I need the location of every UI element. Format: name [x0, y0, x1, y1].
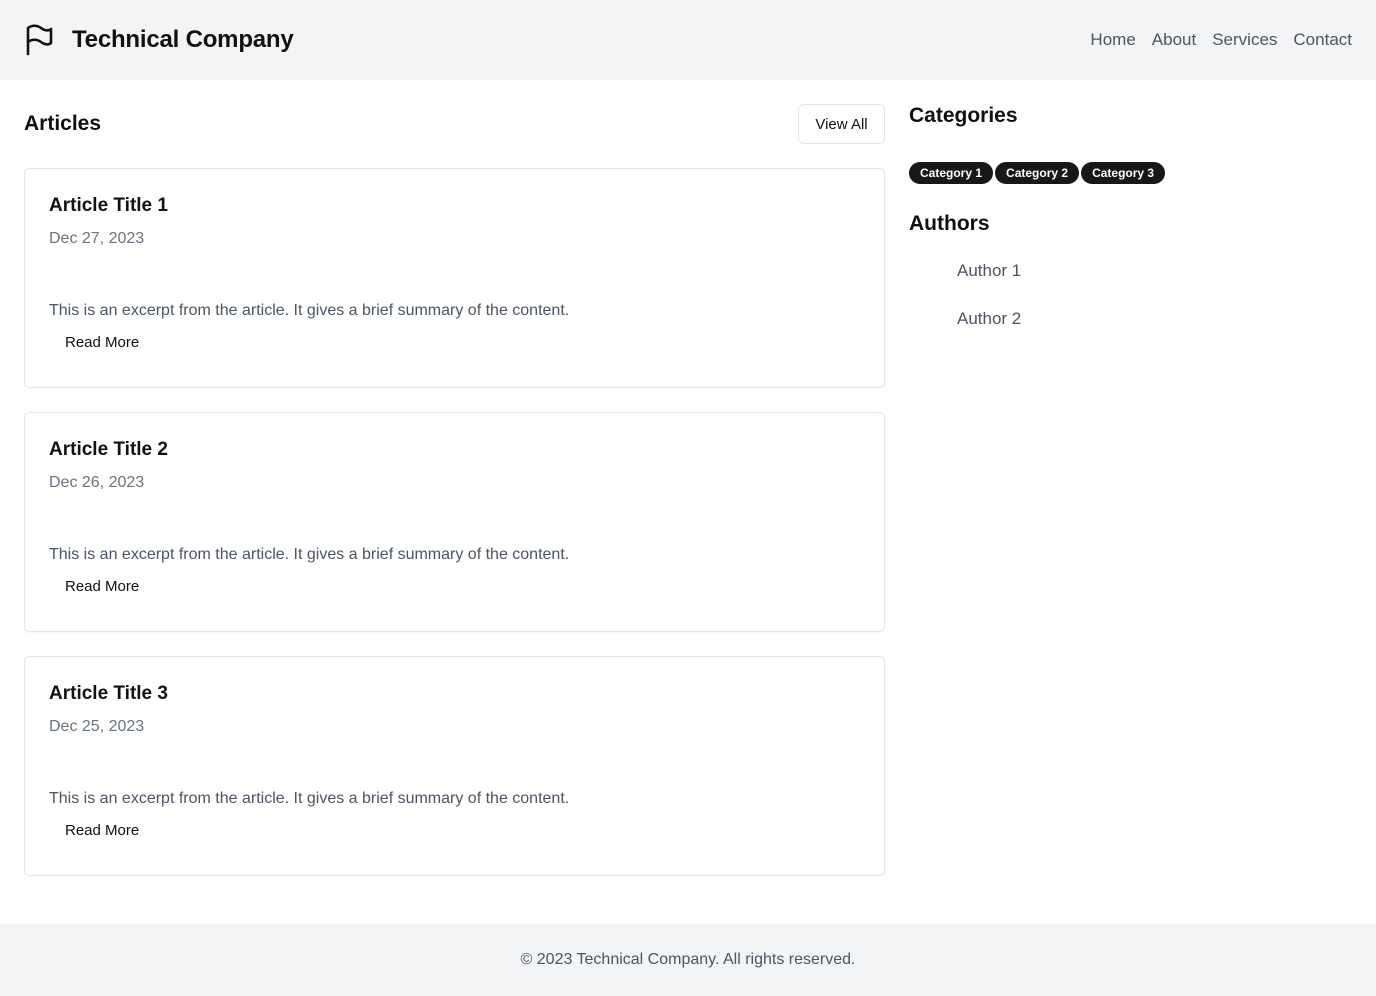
view-all-button[interactable]: View All [798, 104, 885, 144]
article-excerpt: This is an excerpt from the article. It … [49, 790, 570, 807]
company-name: Technical Company [72, 26, 294, 53]
article-card: Article Title 3 Dec 25, 2023 This is an … [24, 656, 885, 876]
article-title[interactable]: Article Title 2 [49, 439, 168, 461]
articles-section: Articles View All Article Title 1 Dec 27… [24, 104, 885, 876]
site-header: Technical Company Home About Services Co… [0, 0, 1376, 80]
copyright-text: © 2023 Technical Company. All rights res… [520, 951, 856, 968]
flag-icon [26, 24, 53, 56]
main-nav: Home About Services Contact [1090, 30, 1352, 50]
article-date: Dec 26, 2023 [49, 474, 145, 491]
article-card: Article Title 1 Dec 27, 2023 This is an … [24, 168, 885, 388]
brand[interactable]: Technical Company [24, 24, 294, 56]
category-badge[interactable]: Category 1 [909, 162, 994, 184]
article-date: Dec 27, 2023 [49, 230, 145, 247]
categories-heading: Categories [909, 104, 1018, 127]
article-card: Article Title 2 Dec 26, 2023 This is an … [24, 412, 885, 632]
articles-header: Articles View All [24, 104, 885, 144]
nav-link-services[interactable]: Services [1212, 30, 1277, 50]
article-title[interactable]: Article Title 3 [49, 683, 168, 705]
authors-heading: Authors [909, 212, 990, 235]
article-excerpt: This is an excerpt from the article. It … [49, 546, 570, 563]
category-badge[interactable]: Category 3 [1081, 162, 1166, 184]
nav-link-contact[interactable]: Contact [1293, 30, 1352, 50]
author-item[interactable]: Author 1 [909, 261, 1352, 309]
author-item[interactable]: Author 2 [909, 309, 1352, 357]
read-more-link[interactable]: Read More [65, 334, 139, 351]
article-title[interactable]: Article Title 1 [49, 195, 168, 217]
site-footer: © 2023 Technical Company. All rights res… [0, 924, 1376, 996]
read-more-link[interactable]: Read More [65, 578, 139, 595]
category-badge[interactable]: Category 2 [995, 162, 1080, 184]
sidebar: Categories Category 1 Category 2 Categor… [909, 104, 1352, 357]
nav-link-about[interactable]: About [1152, 30, 1196, 50]
read-more-link[interactable]: Read More [65, 822, 139, 839]
category-list: Category 1 Category 2 Category 3 [909, 162, 1352, 184]
articles-heading: Articles [24, 112, 102, 135]
nav-link-home[interactable]: Home [1090, 30, 1135, 50]
article-excerpt: This is an excerpt from the article. It … [49, 302, 570, 319]
article-date: Dec 25, 2023 [49, 718, 145, 735]
author-list: Author 1 Author 2 [909, 261, 1352, 357]
